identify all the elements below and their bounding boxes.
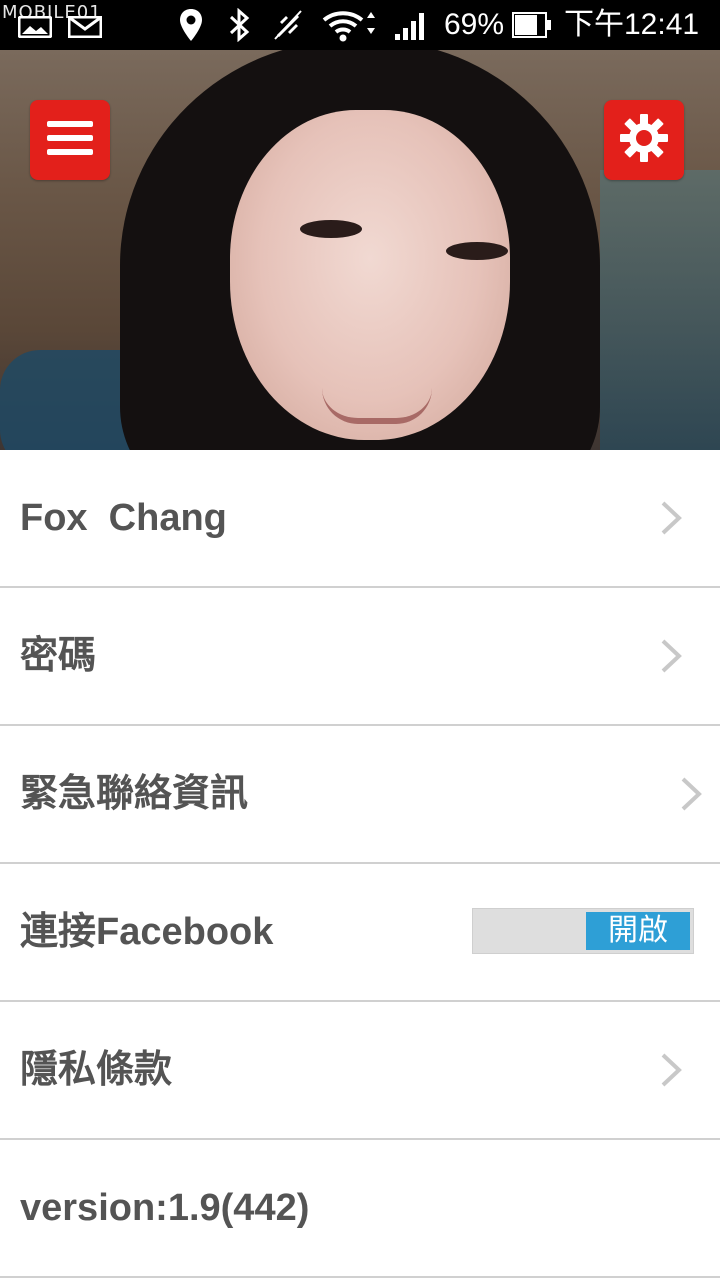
version-label: version:1.9(442) xyxy=(20,1187,310,1229)
photo-left-eye xyxy=(300,220,362,238)
photo-background-right xyxy=(600,170,720,450)
settings-item-privacy-terms[interactable]: 隱私條款 xyxy=(0,1002,720,1140)
chevron-right-icon xyxy=(660,1052,682,1088)
settings-item-password[interactable]: 密碼 xyxy=(0,588,720,726)
settings-item-connect-facebook: 連接Facebook 開啟 xyxy=(0,864,720,1002)
settings-item-version: version:1.9(442) xyxy=(0,1140,720,1278)
profile-name-label: Fox Chang xyxy=(20,497,227,539)
status-bar: MOBILE01 69% 下午12:41 xyxy=(0,0,720,50)
chevron-right-icon xyxy=(660,638,682,674)
settings-button[interactable] xyxy=(604,100,684,180)
settings-list: Fox Chang 密碼 緊急聯絡資訊 連接Facebook 開啟 隱私條款 v… xyxy=(0,450,720,1278)
wifi-icon xyxy=(322,8,378,47)
chevron-right-icon xyxy=(660,500,682,536)
photo-icon xyxy=(17,15,53,43)
gmail-icon xyxy=(67,15,103,43)
settings-item-profile-name[interactable]: Fox Chang xyxy=(0,450,720,588)
signal-icon xyxy=(394,8,428,47)
battery-percent: 69% xyxy=(444,8,505,41)
settings-item-emergency-contact[interactable]: 緊急聯絡資訊 xyxy=(0,726,720,864)
gear-icon xyxy=(618,112,670,169)
clock: 下午12:41 xyxy=(564,8,700,41)
hamburger-menu-icon xyxy=(45,118,95,163)
menu-button[interactable] xyxy=(30,100,110,180)
toggle-on-label: 開啟 xyxy=(586,912,690,950)
privacy-terms-label: 隱私條款 xyxy=(20,1049,173,1091)
vibrate-off-icon xyxy=(272,8,304,47)
password-label: 密碼 xyxy=(20,635,97,677)
chevron-right-icon xyxy=(680,776,702,812)
connect-facebook-label: 連接Facebook xyxy=(20,911,274,953)
location-icon xyxy=(178,8,204,47)
emergency-contact-label: 緊急聯絡資訊 xyxy=(20,773,249,815)
facebook-toggle[interactable]: 開啟 xyxy=(472,908,694,954)
battery-icon xyxy=(512,12,552,43)
photo-right-eye xyxy=(446,242,508,260)
bluetooth-icon xyxy=(228,7,252,47)
